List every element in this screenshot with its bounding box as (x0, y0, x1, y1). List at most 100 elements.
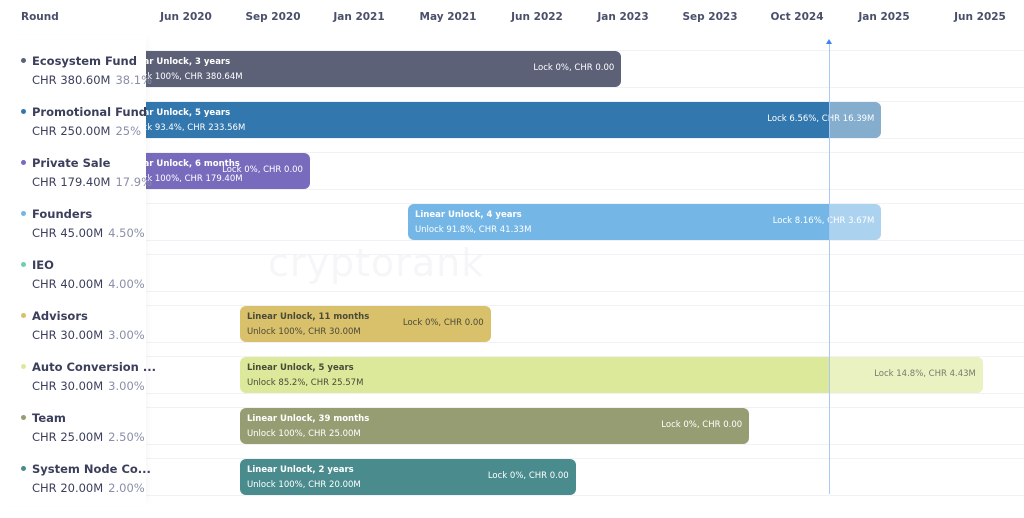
legend-dot-icon (21, 58, 26, 63)
legend-round-name: Team (32, 411, 66, 425)
legend-item[interactable]: IEO CHR 40.00M 4.00% (0, 240, 146, 291)
legend-item[interactable]: Advisors CHR 30.00M 3.00% (0, 291, 146, 342)
legend-round-name: Promotional Fund (32, 105, 148, 119)
legend-item[interactable]: Ecosystem Fund CHR 380.60M 38.1% (0, 36, 152, 87)
legend-percent: 3.00% (108, 328, 145, 342)
vesting-bar[interactable]: Linear Unlock, 3 years Unlock 100%, CHR 3… (116, 51, 622, 87)
legend-round-name: System Node Co... (32, 462, 151, 476)
bar-lock-label: Lock 0%, CHR 0.00 (533, 63, 615, 73)
legend-round-name: IEO (32, 258, 54, 272)
bar-lock-label: Lock 0%, CHR 0.00 (402, 318, 484, 328)
legend-item[interactable]: Private Sale CHR 179.40M 17.9% (0, 138, 152, 189)
legend-amount-value: CHR 20.00M (32, 481, 104, 495)
bar-lock-label: Lock 0%, CHR 0.00 (661, 420, 743, 430)
bar-unlock-label: Unlock 100%, CHR 30.00M (246, 327, 361, 337)
rounds-legend: Ecosystem Fund CHR 380.60M 38.1% Promotiona… (0, 36, 156, 506)
bar-lock-label: Lock 0%, CHR 0.00 (487, 471, 569, 481)
row-divider (146, 393, 1024, 394)
vesting-bar[interactable]: Linear Unlock, 39 months Unlock 100%, CHR… (239, 408, 750, 444)
legend-round-amount: CHR 30.00M 3.00% (32, 379, 145, 393)
bar-unlock-label: Unlock 100%, CHR 25.00M (246, 429, 361, 439)
legend-round-amount: CHR 380.60M 38.1% (32, 73, 152, 87)
vesting-bar[interactable]: Linear Unlock, 5 years Unlock 93.4%, CHR … (116, 102, 882, 138)
legend-item[interactable]: Team CHR 25.00M 2.50% (0, 393, 146, 444)
bar-title: Linear Unlock, 4 years (414, 210, 522, 220)
legend-percent: 3.00% (108, 379, 145, 393)
legend-percent: 38.1% (115, 73, 153, 87)
legend-round-name: Auto Conversion ... (32, 360, 156, 374)
legend-dot-icon (21, 313, 26, 318)
legend-dot-icon (21, 415, 26, 420)
row-divider (146, 444, 1024, 445)
today-marker-line (829, 44, 830, 494)
row-divider (146, 189, 1024, 190)
legend-dot-icon (21, 211, 26, 216)
legend-round-amount: CHR 20.00M 2.00% (32, 481, 145, 495)
row-divider (146, 342, 1024, 343)
legend-round-name: Advisors (32, 309, 88, 323)
legend-dot-icon (21, 262, 26, 267)
row-divider (146, 138, 1024, 139)
legend-amount-value: CHR 40.00M (32, 277, 104, 291)
bar-lock-label: Lock 0%, CHR 0.00 (222, 165, 303, 175)
legend-percent: 2.00% (108, 481, 145, 495)
row-divider (146, 87, 1024, 88)
legend-amount-value: CHR 380.60M (32, 73, 111, 87)
legend-round-amount: CHR 40.00M 4.00% (32, 277, 145, 291)
legend-amount-value: CHR 30.00M (32, 328, 104, 342)
watermark: cryptorank (268, 241, 485, 285)
bar-title: Linear Unlock, 2 years (246, 465, 354, 475)
legend-dot-icon (21, 466, 26, 471)
bar-unlock-label: Unlock 85.2%, CHR 25.57M (246, 378, 364, 388)
bar-lock-label: Lock 6.56%, CHR 16.39M (767, 114, 875, 124)
legend-percent: 4.50% (108, 226, 145, 240)
x-tick-label: Sep 2020 (245, 11, 301, 23)
legend-round-amount: CHR 45.00M 4.50% (32, 226, 145, 240)
legend-item[interactable]: Founders CHR 45.00M 4.50% (0, 189, 146, 240)
x-tick-label: Sep 2023 (682, 11, 738, 23)
legend-amount-value: CHR 179.40M (32, 175, 111, 189)
round-column-header: Round (21, 11, 59, 23)
legend-round-amount: CHR 250.00M 25% (32, 124, 141, 138)
legend-round-name: Private Sale (32, 156, 111, 170)
legend-dot-icon (21, 364, 26, 369)
legend-amount-value: CHR 30.00M (32, 379, 104, 393)
legend-round-name: Founders (32, 207, 93, 221)
legend-percent: 25% (115, 124, 142, 138)
x-tick-label: Jan 2025 (858, 11, 910, 23)
legend-round-amount: CHR 30.00M 3.00% (32, 328, 145, 342)
row-divider (146, 254, 1024, 255)
bar-title: Linear Unlock, 11 months (246, 312, 370, 322)
vesting-bar[interactable]: Linear Unlock, 4 years Unlock 91.8%, CHR … (407, 204, 882, 240)
legend-amount-value: CHR 250.00M (32, 124, 111, 138)
vesting-chart: cryptorank Linear Unlock, 3 years Unlock … (0, 36, 1024, 518)
legend-dot-icon (21, 109, 26, 114)
vesting-bar[interactable]: Linear Unlock, 11 months Unlock 100%, CHR… (239, 306, 491, 342)
legend-round-amount: CHR 25.00M 2.50% (32, 430, 145, 444)
row-divider (146, 240, 1024, 241)
bar-lock-label: Lock 8.16%, CHR 3.67M (772, 216, 875, 226)
x-tick-label: Jun 2020 (160, 11, 212, 23)
legend-item[interactable]: Auto Conversion ... CHR 30.00M 3.00% (0, 342, 156, 393)
row-divider (146, 495, 1024, 496)
legend-amount-value: CHR 45.00M (32, 226, 104, 240)
x-tick-label: May 2021 (419, 11, 477, 23)
row-divider (146, 291, 1024, 292)
vesting-bar[interactable]: Linear Unlock, 2 years Unlock 100%, CHR 2… (239, 459, 576, 495)
x-tick-label: Jan 2021 (333, 11, 385, 23)
chart-header: Round Jun 2020 Sep 2020 Jan 2021 May 2021 Ju… (0, 0, 1024, 36)
legend-round-name: Ecosystem Fund (32, 54, 137, 68)
legend-round-amount: CHR 179.40M 17.9% (32, 175, 152, 189)
vesting-bar[interactable]: Linear Unlock, 5 years Unlock 85.2%, CHR … (239, 357, 983, 393)
legend-item[interactable]: System Node Co... CHR 20.00M 2.00% (0, 444, 151, 495)
bar-lock-label: Lock 14.8%, CHR 4.43M (874, 369, 976, 379)
x-tick-label: Jan 2023 (597, 11, 649, 23)
x-tick-label: Jun 2025 (954, 11, 1006, 23)
bar-unlock-label: Unlock 100%, CHR 20.00M (246, 480, 361, 490)
legend-item[interactable]: Promotional Fund CHR 250.00M 25% (0, 87, 148, 138)
bar-unlock-label: Unlock 91.8%, CHR 41.33M (414, 225, 532, 235)
legend-percent: 4.00% (108, 277, 145, 291)
legend-amount-value: CHR 25.00M (32, 430, 104, 444)
bar-title: Linear Unlock, 5 years (246, 363, 354, 373)
legend-percent: 2.50% (108, 430, 145, 444)
